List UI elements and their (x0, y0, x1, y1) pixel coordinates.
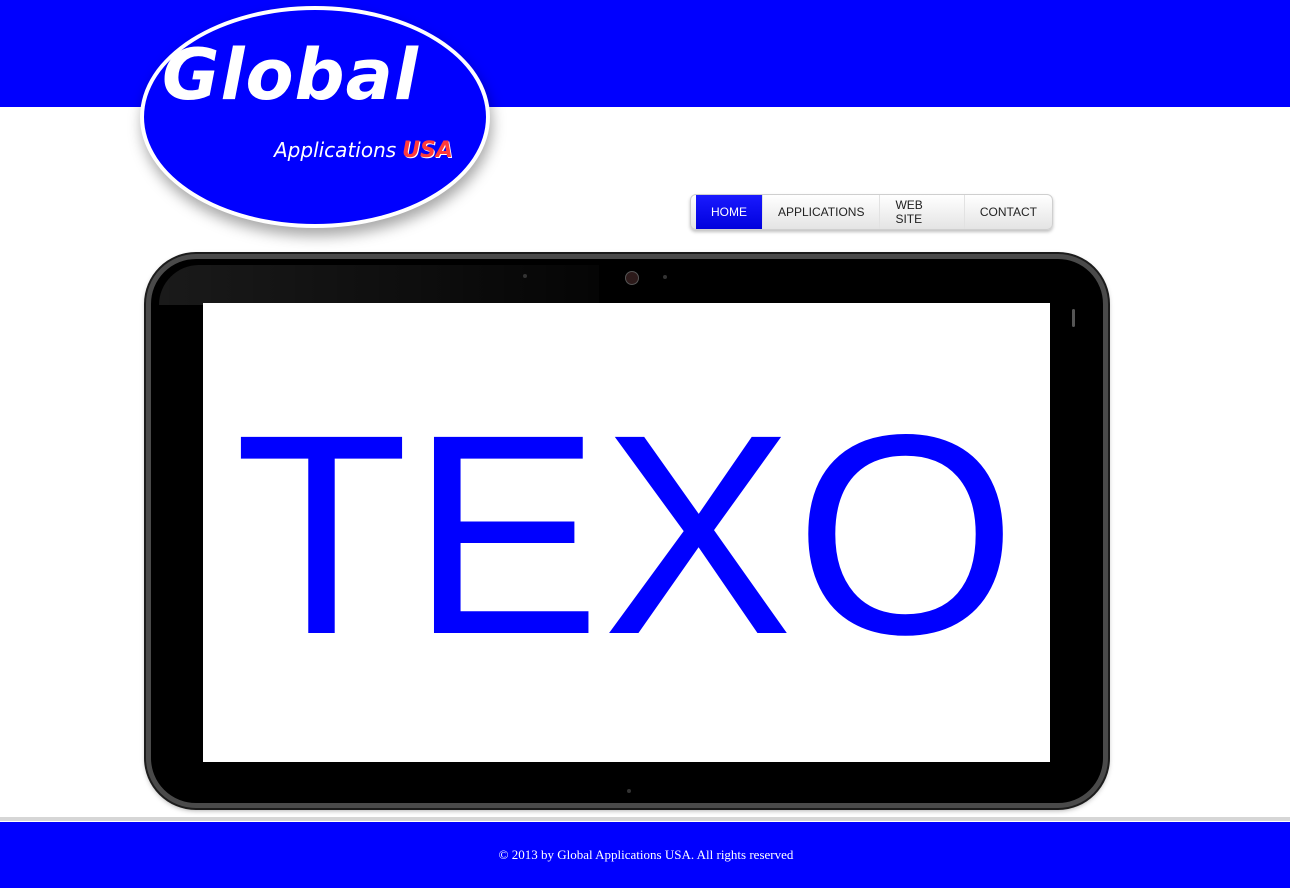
bottom-mic-icon (627, 789, 631, 793)
main-nav: HOME APPLICATIONS WEB SITE CONTACT (690, 194, 1053, 230)
front-camera-icon (625, 271, 639, 285)
logo-title: Global (162, 34, 419, 116)
tablet-frame: TEXO (146, 254, 1108, 808)
tablet-screen: TEXO (203, 303, 1050, 762)
front-sensor-icon (523, 274, 527, 278)
logo-usa-badge: USA (402, 138, 453, 163)
logo-subtitle: Applications USA (274, 138, 453, 163)
footer: © 2013 by Global Applications USA. All r… (0, 822, 1290, 888)
tablet-side-button (1072, 309, 1075, 327)
screen-headline: TEXO (234, 376, 1019, 694)
site-logo[interactable]: Global Applications USA (140, 6, 490, 228)
tablet-glare (159, 265, 599, 305)
nav-home[interactable]: HOME (696, 195, 763, 229)
nav-web-site[interactable]: WEB SITE (880, 195, 965, 229)
light-sensor-icon (663, 275, 667, 279)
logo-subtitle-text: Applications (274, 138, 397, 162)
nav-contact[interactable]: CONTACT (965, 195, 1052, 229)
footer-copyright: © 2013 by Global Applications USA. All r… (498, 847, 794, 862)
footer-divider (0, 817, 1290, 821)
nav-applications[interactable]: APPLICATIONS (763, 195, 881, 229)
